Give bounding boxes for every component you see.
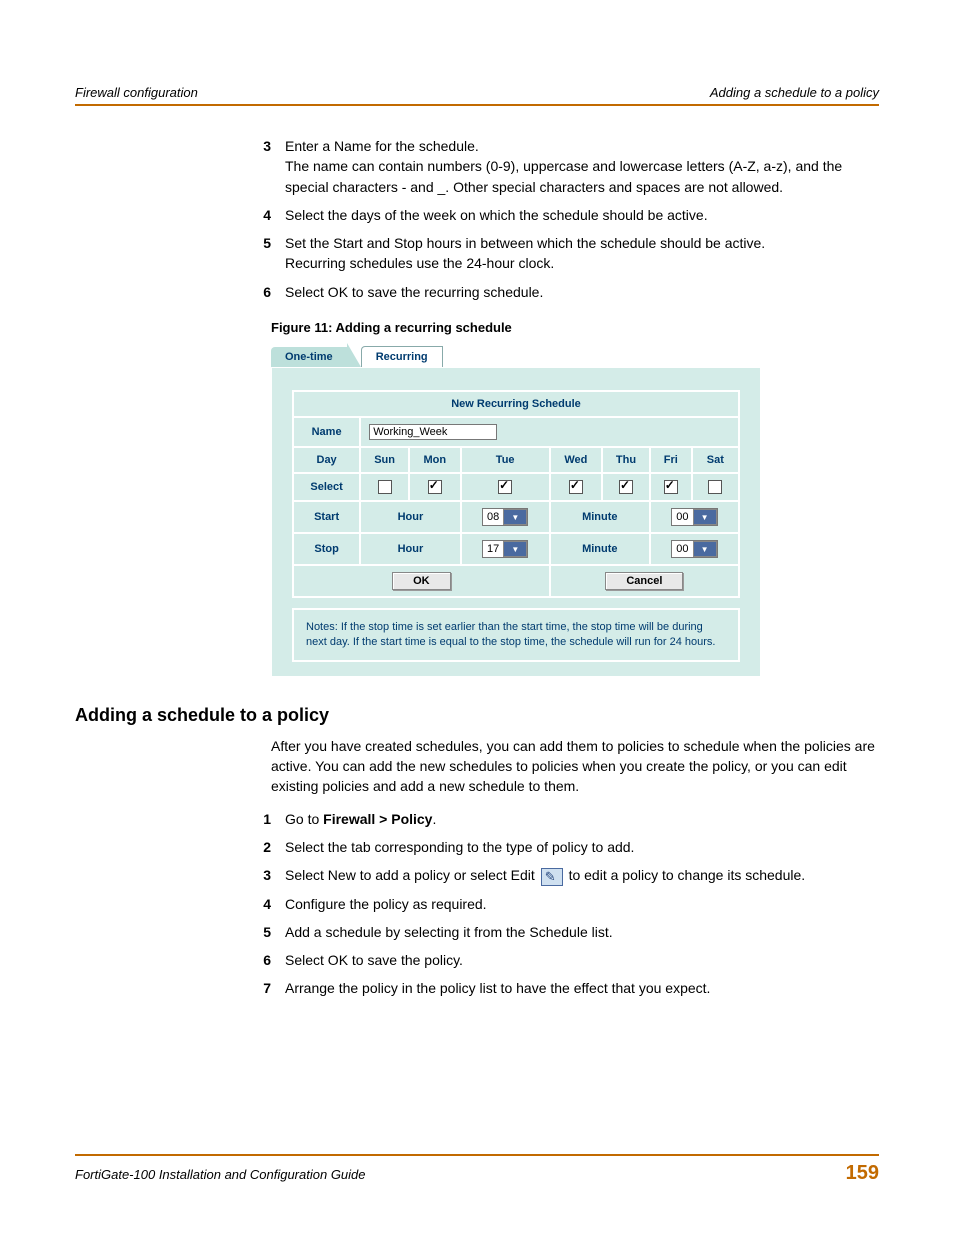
day-sun: Sun (360, 447, 409, 473)
hour-label: Hour (360, 533, 460, 565)
step-bold: Firewall > Policy (323, 811, 432, 827)
day-label: Day (293, 447, 360, 473)
chevron-down-icon: ▼ (503, 541, 527, 557)
tab-bar: One-time Recurring (271, 343, 761, 367)
day-thu: Thu (602, 447, 650, 473)
page-number: 159 (846, 1162, 879, 1185)
day-fri: Fri (650, 447, 692, 473)
day-wed: Wed (550, 447, 602, 473)
step-text: Select the tab corresponding to the type… (285, 839, 634, 855)
checkbox-thu[interactable] (619, 480, 633, 494)
step-b1: 1 Go to Firewall > Policy. (235, 809, 879, 829)
chevron-down-icon: ▼ (503, 509, 527, 525)
ok-button[interactable]: OK (392, 572, 451, 590)
step-text: Select the days of the week on which the… (285, 207, 708, 223)
stop-minute-select[interactable]: 00 ▼ (671, 540, 717, 558)
step-b5: 5 Add a schedule by selecting it from th… (235, 922, 879, 942)
step-text: Arrange the policy in the policy list to… (285, 980, 710, 996)
checkbox-tue[interactable] (498, 480, 512, 494)
start-minute-value: 00 (672, 511, 692, 523)
step-number: 7 (235, 978, 285, 998)
checkbox-mon[interactable] (428, 480, 442, 494)
step-number: 6 (235, 282, 285, 302)
panel-title: New Recurring Schedule (293, 391, 739, 417)
step-extra: Recurring schedules use the 24-hour cloc… (285, 255, 554, 271)
day-tue: Tue (461, 447, 550, 473)
chevron-down-icon: ▼ (693, 541, 717, 557)
step-number: 3 (235, 865, 285, 885)
name-input[interactable] (369, 424, 497, 440)
step-number: 2 (235, 837, 285, 857)
step-number: 4 (235, 894, 285, 914)
day-sat: Sat (692, 447, 739, 473)
start-hour-value: 08 (483, 511, 503, 523)
edit-icon (541, 868, 563, 886)
step-number: 6 (235, 950, 285, 970)
header-right: Adding a schedule to a policy (710, 85, 879, 100)
step-pre: Select New to add a policy or select Edi… (285, 867, 539, 883)
stop-hour-value: 17 (483, 543, 503, 555)
step-extra: The name can contain numbers (0-9), uppe… (285, 158, 842, 194)
start-minute-select[interactable]: 00 ▼ (671, 508, 717, 526)
step-post: . (432, 811, 436, 827)
schedule-panel: New Recurring Schedule Name Day Sun Mon … (271, 367, 761, 677)
step-3: 3 Enter a Name for the schedule. The nam… (235, 136, 879, 197)
checkbox-wed[interactable] (569, 480, 583, 494)
step-b7: 7 Arrange the policy in the policy list … (235, 978, 879, 998)
tab-slope (443, 343, 457, 367)
start-label: Start (293, 501, 360, 533)
stop-label: Stop (293, 533, 360, 565)
footer-title: FortiGate-100 Installation and Configura… (75, 1167, 366, 1182)
header-left: Firewall configuration (75, 85, 198, 100)
step-text: Add a schedule by selecting it from the … (285, 924, 613, 940)
checkbox-sun[interactable] (378, 480, 392, 494)
step-number: 1 (235, 809, 285, 829)
step-text: Select OK to save the recurring schedule… (285, 284, 543, 300)
step-number: 5 (235, 922, 285, 942)
step-6: 6 Select OK to save the recurring schedu… (235, 282, 879, 302)
hour-label: Hour (360, 501, 460, 533)
step-b3: 3 Select New to add a policy or select E… (235, 865, 879, 885)
step-text: Set the Start and Stop hours in between … (285, 235, 765, 251)
header-rule (75, 104, 879, 106)
tab-one-time[interactable]: One-time (271, 347, 347, 367)
day-mon: Mon (409, 447, 461, 473)
section-intro: After you have created schedules, you ca… (271, 736, 879, 797)
step-pre: Go to (285, 811, 323, 827)
tab-recurring[interactable]: Recurring (361, 346, 443, 367)
footer-rule (75, 1154, 879, 1156)
step-post: to edit a policy to change its schedule. (565, 867, 805, 883)
step-text: Enter a Name for the schedule. (285, 138, 479, 154)
step-4: 4 Select the days of the week on which t… (235, 205, 879, 225)
checkbox-fri[interactable] (664, 480, 678, 494)
chevron-down-icon: ▼ (693, 509, 717, 525)
cancel-button[interactable]: Cancel (605, 572, 683, 590)
minute-label: Minute (550, 533, 650, 565)
step-text: Configure the policy as required. (285, 896, 487, 912)
step-b6: 6 Select OK to save the policy. (235, 950, 879, 970)
notes-text: Notes: If the stop time is set earlier t… (292, 608, 740, 662)
minute-label: Minute (550, 501, 650, 533)
stop-hour-select[interactable]: 17 ▼ (482, 540, 528, 558)
select-label: Select (293, 473, 360, 501)
step-number: 5 (235, 233, 285, 274)
tab-slope (347, 343, 361, 367)
section-heading: Adding a schedule to a policy (75, 705, 879, 726)
step-text: Select OK to save the policy. (285, 952, 463, 968)
step-b4: 4 Configure the policy as required. (235, 894, 879, 914)
step-number: 4 (235, 205, 285, 225)
step-5: 5 Set the Start and Stop hours in betwee… (235, 233, 879, 274)
stop-minute-value: 00 (672, 543, 692, 555)
name-label: Name (293, 417, 360, 447)
figure-caption: Figure 11: Adding a recurring schedule (271, 320, 879, 335)
start-hour-select[interactable]: 08 ▼ (482, 508, 528, 526)
step-number: 3 (235, 136, 285, 197)
step-b2: 2 Select the tab corresponding to the ty… (235, 837, 879, 857)
checkbox-sat[interactable] (708, 480, 722, 494)
